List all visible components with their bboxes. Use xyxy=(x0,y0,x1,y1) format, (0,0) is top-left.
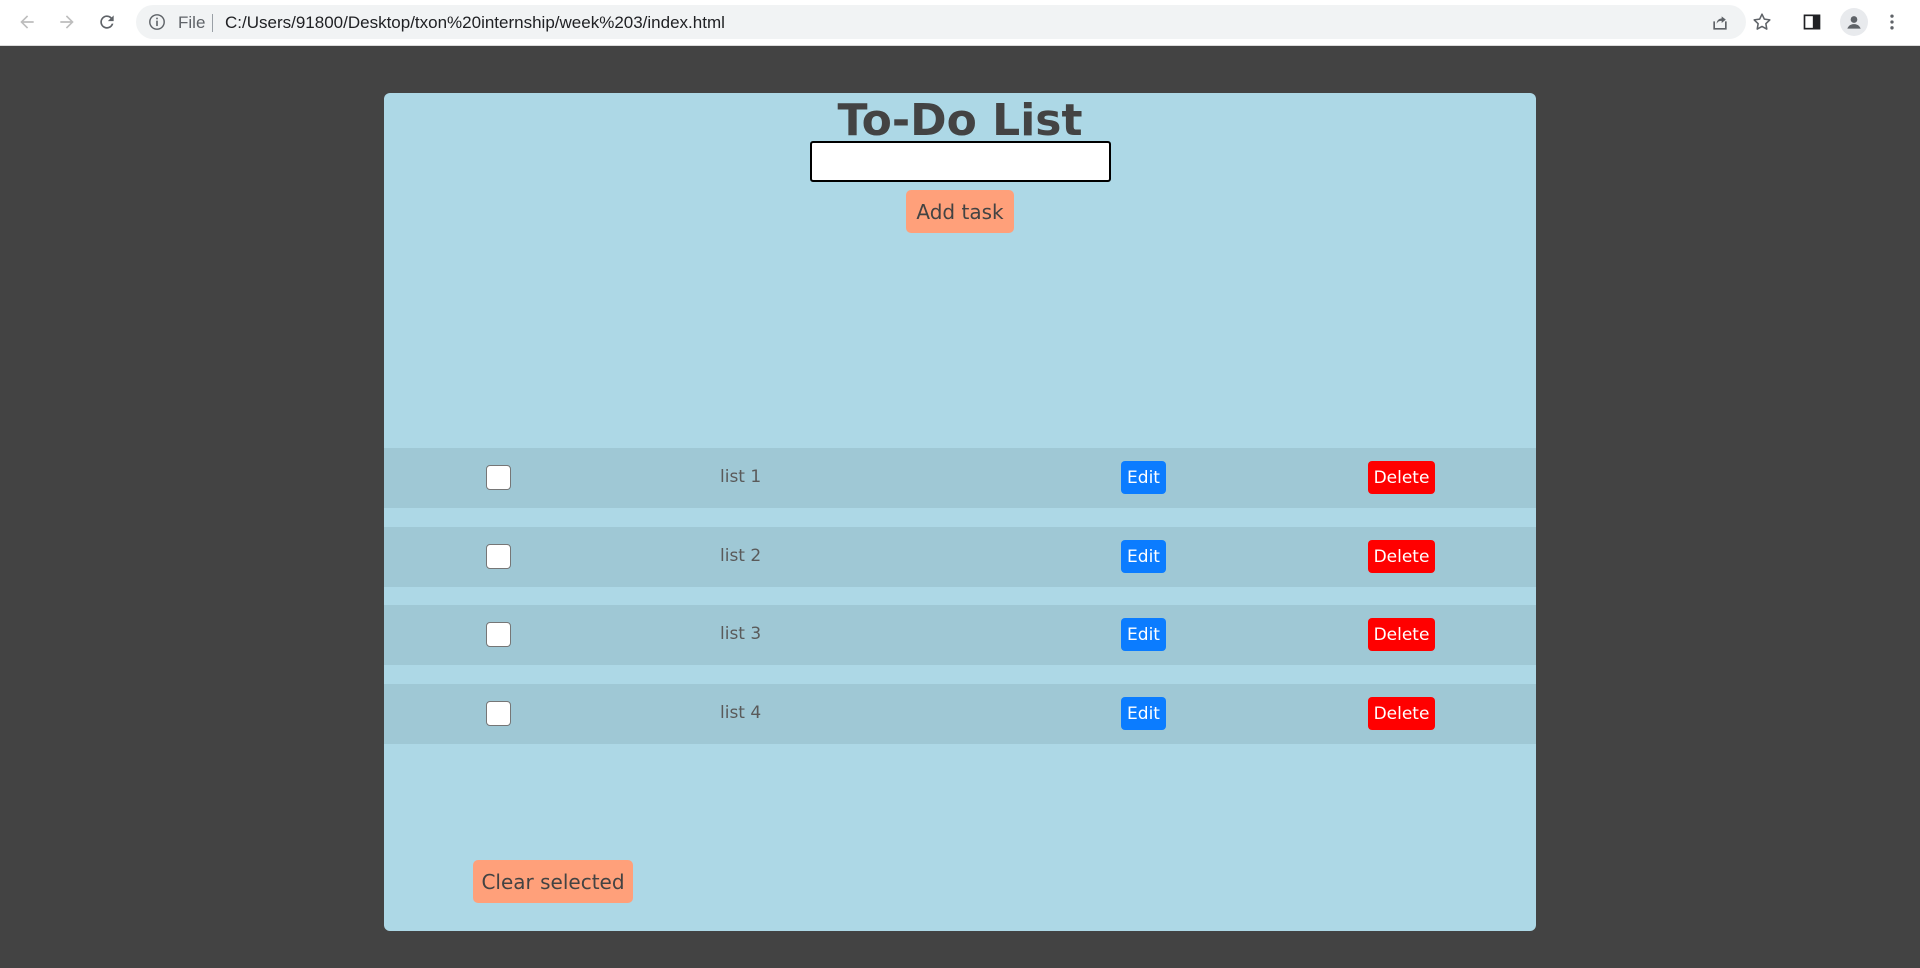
back-button[interactable] xyxy=(12,7,42,37)
reload-icon xyxy=(100,15,114,29)
delete-button[interactable]: Delete xyxy=(1368,697,1435,730)
task-checkbox[interactable] xyxy=(486,622,511,647)
task-checkbox[interactable] xyxy=(486,701,511,726)
task-row: list 2 Edit Delete xyxy=(384,527,1536,587)
task-checkbox[interactable] xyxy=(486,465,511,490)
task-label: list 3 xyxy=(720,624,762,644)
info-icon[interactable] xyxy=(148,13,166,31)
task-row: list 3 Edit Delete xyxy=(384,605,1536,665)
edit-button[interactable]: Edit xyxy=(1121,461,1166,494)
side-panel-icon[interactable] xyxy=(1800,10,1824,34)
share-icon[interactable] xyxy=(1710,13,1730,33)
forward-button[interactable] xyxy=(52,7,82,37)
page-title: To-Do List xyxy=(837,95,1083,146)
forward-icon xyxy=(60,15,74,29)
task-row: list 4 Edit Delete xyxy=(384,684,1536,744)
task-label: list 2 xyxy=(720,546,762,566)
task-label: list 1 xyxy=(720,467,762,487)
task-label: list 4 xyxy=(720,703,762,723)
menu-icon[interactable] xyxy=(1880,10,1904,34)
reload-button[interactable] xyxy=(92,7,122,37)
delete-button[interactable]: Delete xyxy=(1368,618,1435,651)
file-scheme-label: File xyxy=(178,13,206,32)
clear-selected-button[interactable]: Clear selected xyxy=(473,860,633,903)
task-input[interactable] xyxy=(810,141,1111,182)
address-separator xyxy=(212,14,213,32)
add-task-button[interactable]: Add task xyxy=(906,190,1014,233)
back-icon xyxy=(20,15,34,29)
star-icon[interactable] xyxy=(1750,10,1774,34)
task-row: list 1 Edit Delete xyxy=(384,448,1536,508)
task-checkbox[interactable] xyxy=(486,544,511,569)
todo-card: To-Do List Add task list 1 Edit Delete l… xyxy=(384,93,1536,931)
delete-button[interactable]: Delete xyxy=(1368,461,1435,494)
address-bar[interactable]: File C:/Users/91800/Desktop/txon%20inter… xyxy=(136,5,1771,39)
edit-button[interactable]: Edit xyxy=(1121,618,1166,651)
edit-button[interactable]: Edit xyxy=(1121,697,1166,730)
profile-icon[interactable] xyxy=(1840,8,1868,36)
browser-toolbar: File C:/Users/91800/Desktop/txon%20inter… xyxy=(0,0,1920,46)
delete-button[interactable]: Delete xyxy=(1368,540,1435,573)
url-text[interactable]: C:/Users/91800/Desktop/txon%20internship… xyxy=(225,13,725,33)
edit-button[interactable]: Edit xyxy=(1121,540,1166,573)
